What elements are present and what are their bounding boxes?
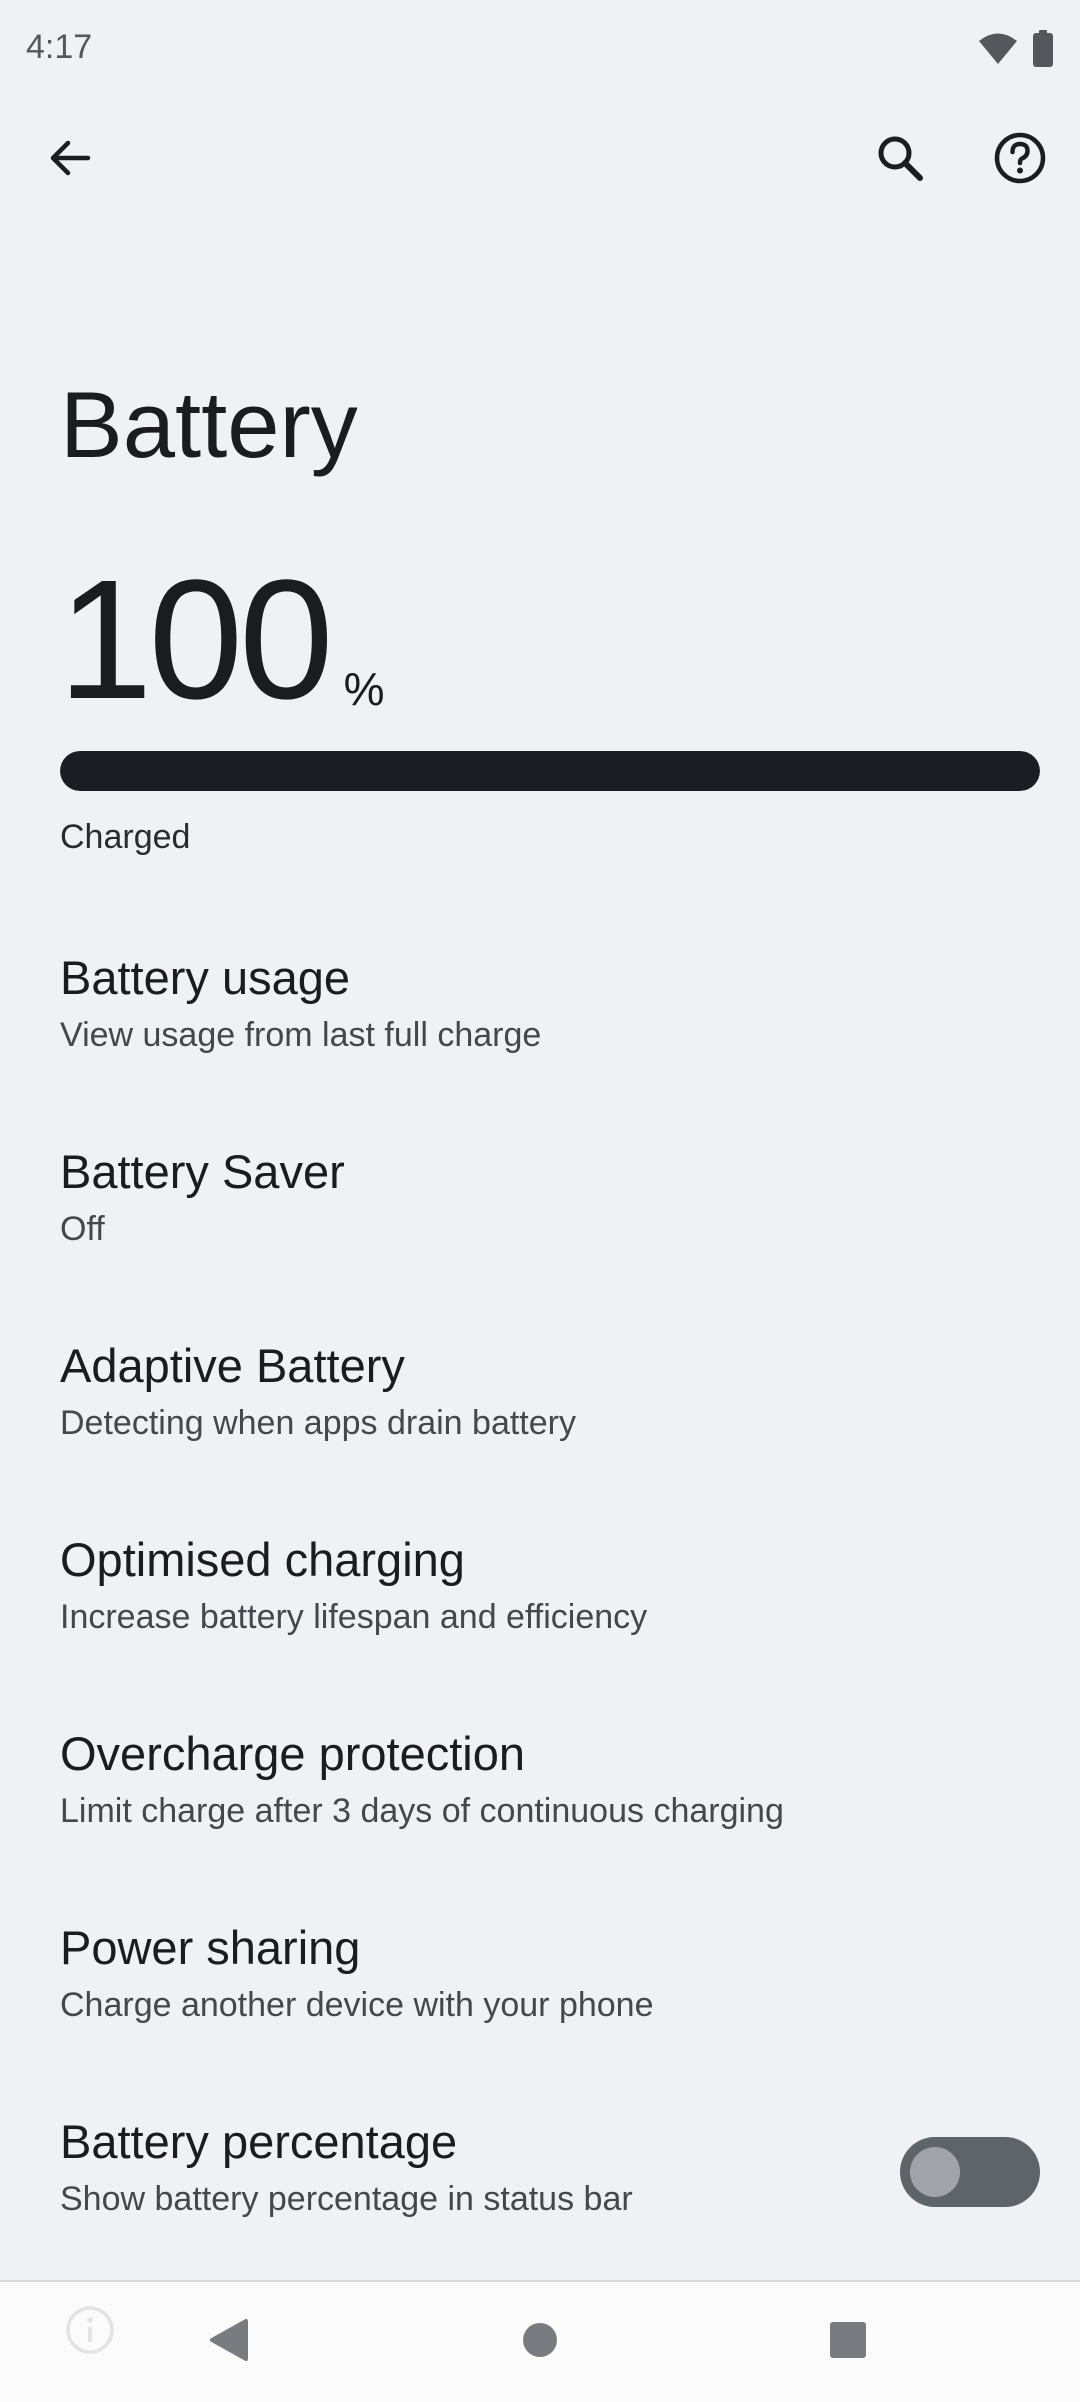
- status-time: 4:17: [26, 28, 93, 66]
- nav-recents-button[interactable]: [798, 2292, 898, 2392]
- battery-progress-fill: [60, 751, 1040, 791]
- setting-adaptive-battery[interactable]: Adaptive Battery Detecting when apps dra…: [0, 1308, 1080, 1502]
- setting-title: Battery usage: [60, 951, 351, 1004]
- setting-summary: Off: [60, 1210, 105, 1248]
- battery-level-unit: %: [343, 663, 385, 715]
- setting-battery-percentage[interactable]: Battery percentage Show battery percenta…: [0, 2084, 1080, 2278]
- info-icon: [64, 2304, 116, 2361]
- battery-progress-bar: [60, 751, 1040, 791]
- setting-summary: Limit charge after 3 days of continuous …: [60, 1792, 784, 1830]
- setting-title: Power sharing: [60, 1921, 361, 1974]
- setting-battery-saver[interactable]: Battery Saver Off: [0, 1114, 1080, 1308]
- nav-back-button[interactable]: [178, 2292, 278, 2392]
- wifi-icon: [978, 32, 1018, 71]
- navigation-bar: [0, 2280, 1080, 2402]
- nav-back-icon: [206, 2316, 250, 2369]
- setting-title: Battery Saver: [60, 1145, 345, 1198]
- search-button[interactable]: [855, 115, 945, 205]
- status-icons: [978, 30, 1054, 73]
- arrow-left-icon: [46, 134, 94, 187]
- nav-home-icon: [520, 2320, 560, 2365]
- battery-percentage-toggle[interactable]: [900, 2137, 1040, 2207]
- setting-title: Optimised charging: [60, 1533, 465, 1586]
- setting-overcharge-protection[interactable]: Overcharge protection Limit charge after…: [0, 1696, 1080, 1890]
- nav-recents-icon: [828, 2320, 868, 2365]
- info-button[interactable]: [40, 2282, 140, 2382]
- battery-level: 100 %: [58, 545, 385, 735]
- setting-power-sharing[interactable]: Power sharing Charge another device with…: [0, 1890, 1080, 2084]
- status-bar: 4:17: [0, 0, 1080, 100]
- setting-title: Battery percentage: [60, 2115, 458, 2168]
- battery-status: Charged: [60, 818, 191, 856]
- battery-icon: [1032, 30, 1054, 73]
- setting-summary: Detecting when apps drain battery: [60, 1404, 576, 1442]
- nav-home-button[interactable]: [490, 2292, 590, 2392]
- battery-level-value: 100: [58, 545, 334, 735]
- app-bar: [0, 100, 1080, 220]
- setting-title: Overcharge protection: [60, 1727, 526, 1780]
- setting-summary: Show battery percentage in status bar: [60, 2180, 633, 2218]
- setting-summary: View usage from last full charge: [60, 1016, 542, 1054]
- setting-optimised-charging[interactable]: Optimised charging Increase battery life…: [0, 1502, 1080, 1696]
- setting-title: Adaptive Battery: [60, 1339, 405, 1392]
- setting-battery-usage[interactable]: Battery usage View usage from last full …: [0, 920, 1080, 1114]
- toggle-thumb: [910, 2147, 960, 2197]
- help-circle-icon: [993, 131, 1047, 190]
- page-title: Battery: [60, 372, 358, 477]
- help-button[interactable]: [975, 115, 1065, 205]
- setting-summary: Charge another device with your phone: [60, 1986, 654, 2024]
- search-icon: [875, 133, 925, 188]
- back-button[interactable]: [25, 115, 115, 205]
- setting-summary: Increase battery lifespan and efficiency: [60, 1598, 648, 1636]
